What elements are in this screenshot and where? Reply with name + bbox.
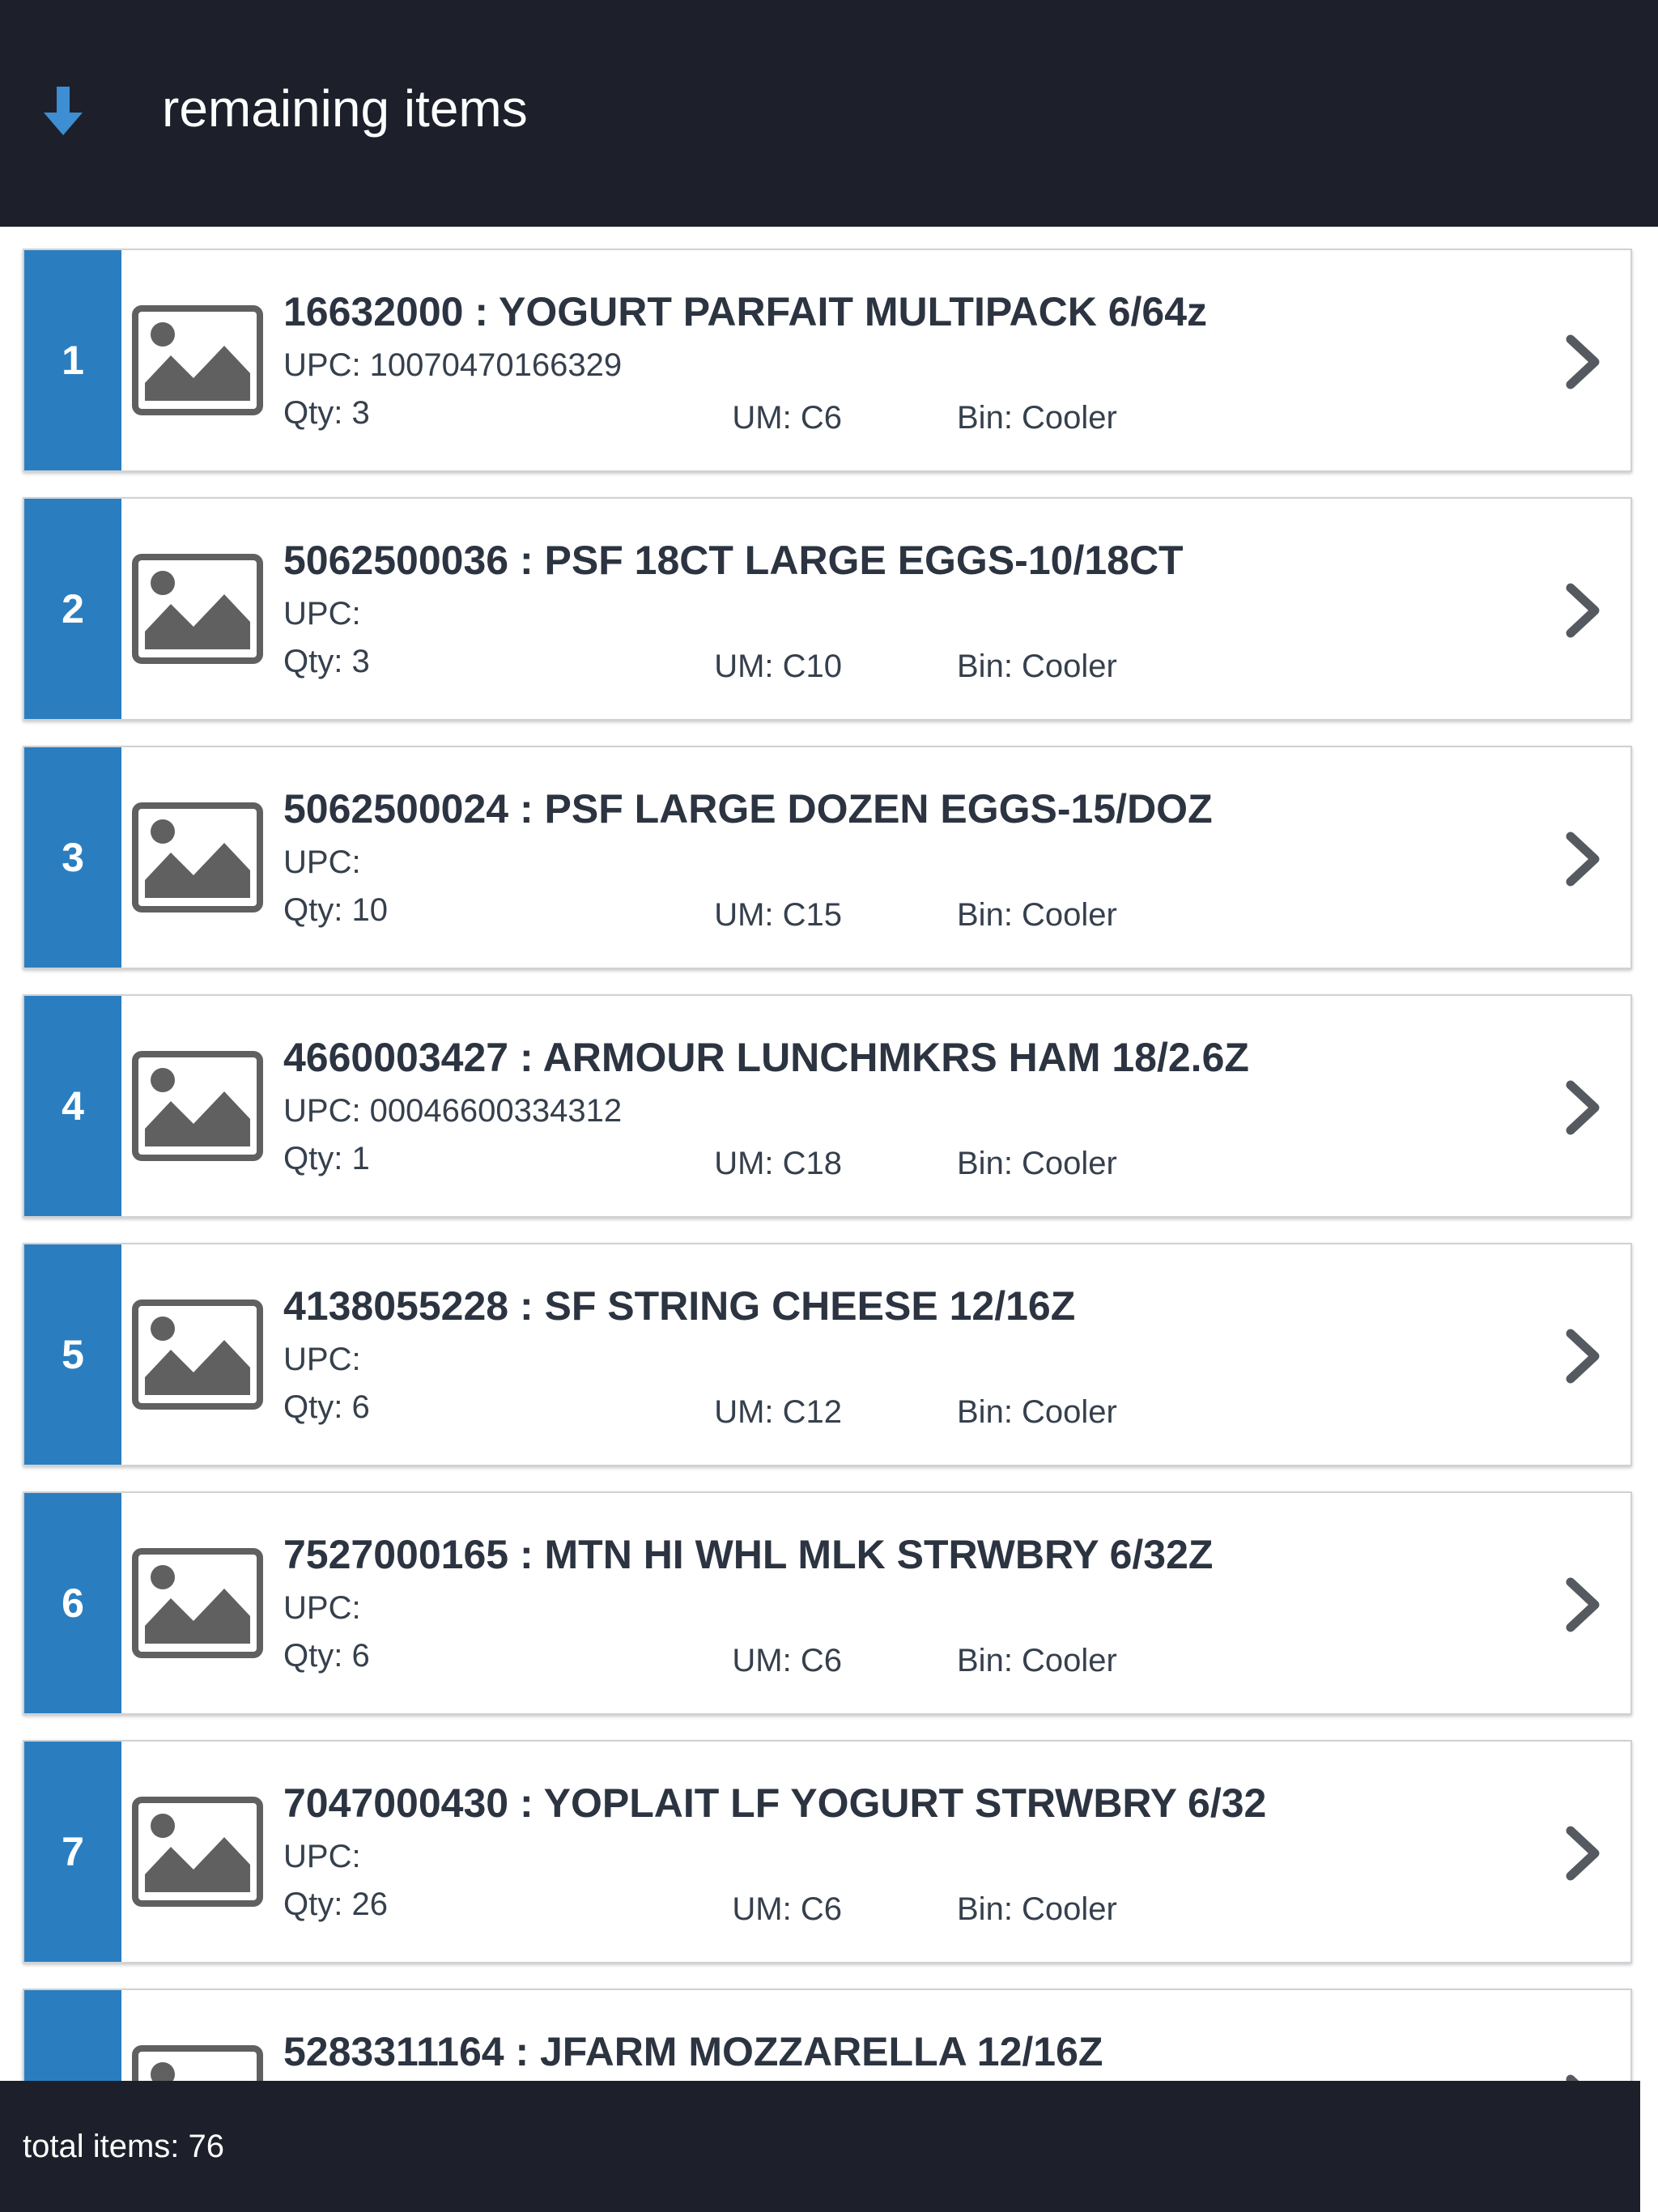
item-bin: Bin: Cooler <box>957 1394 1117 1430</box>
item-qty: Qty: 10 <box>283 892 388 928</box>
item-um: UM: C15 <box>714 897 842 933</box>
item-um: UM: C10 <box>714 649 842 684</box>
item-title: 7527000165 : MTN HI WHL MLK STRWBRY 6/32… <box>283 1532 1214 1577</box>
item-upc: UPC: 00046600334312 <box>283 1093 623 1129</box>
item-um: UM: C6 <box>732 1891 842 1927</box>
image-placeholder-icon <box>132 1797 263 1907</box>
list-item[interactable]: 4 4660003427 : ARMOUR LUNCHMKRS HAM 18/2… <box>23 994 1632 1218</box>
item-index-badge: 2 <box>24 499 121 719</box>
image-placeholder-icon <box>132 1548 263 1658</box>
page-title: remaining items <box>162 79 528 138</box>
item-index-badge: 5 <box>24 1244 121 1465</box>
item-index-badge: 6 <box>24 1493 121 1713</box>
item-title: 5062500024 : PSF LARGE DOZEN EGGS-15/DOZ <box>283 786 1213 832</box>
item-um: UM: C6 <box>732 400 842 436</box>
arrow-down-icon[interactable] <box>34 82 92 140</box>
image-placeholder-icon <box>132 802 263 912</box>
item-bin: Bin: Cooler <box>957 400 1117 436</box>
chevron-right-icon[interactable] <box>1551 1574 1613 1636</box>
item-title: 5283311164 : JFARM MOZZARELLA 12/16Z <box>283 2029 1103 2074</box>
chevron-right-icon[interactable] <box>1551 1325 1613 1387</box>
item-um: UM: C6 <box>732 1643 842 1678</box>
image-placeholder-icon <box>132 1051 263 1161</box>
list-item[interactable]: 1 16632000 : YOGURT PARFAIT MULTIPACK 6/… <box>23 249 1632 472</box>
list-item[interactable]: 7 7047000430 : YOPLAIT LF YOGURT STRWBRY… <box>23 1740 1632 1963</box>
list-item[interactable]: 6 7527000165 : MTN HI WHL MLK STRWBRY 6/… <box>23 1491 1632 1715</box>
item-bin: Bin: Cooler <box>957 1643 1117 1678</box>
app-screen: remaining items 1 16632000 : YOGURT PARF… <box>0 0 1658 2212</box>
item-upc: UPC: <box>283 596 361 632</box>
image-placeholder-icon <box>132 305 263 415</box>
item-qty: Qty: 3 <box>283 644 370 679</box>
item-index-badge: 4 <box>24 996 121 1216</box>
item-upc: UPC: <box>283 1342 361 1377</box>
item-upc: UPC: <box>283 844 361 880</box>
item-index-badge: 3 <box>24 747 121 968</box>
item-title: 5062500036 : PSF 18CT LARGE EGGS-10/18CT <box>283 538 1184 583</box>
item-qty: Qty: 1 <box>283 1141 370 1176</box>
item-title: 16632000 : YOGURT PARFAIT MULTIPACK 6/64… <box>283 289 1208 334</box>
item-qty: Qty: 6 <box>283 1638 370 1674</box>
item-um: UM: C12 <box>714 1394 842 1430</box>
list-item[interactable]: 5 4138055228 : SF STRING CHEESE 12/16Z U… <box>23 1243 1632 1466</box>
item-index-badge: 1 <box>24 250 121 470</box>
item-title: 4660003427 : ARMOUR LUNCHMKRS HAM 18/2.6… <box>283 1035 1249 1080</box>
item-bin: Bin: Cooler <box>957 649 1117 684</box>
chevron-right-icon[interactable] <box>1551 1823 1613 1884</box>
list-item[interactable]: 3 5062500024 : PSF LARGE DOZEN EGGS-15/D… <box>23 746 1632 969</box>
image-placeholder-icon <box>132 554 263 664</box>
header-bar: remaining items <box>0 0 1658 227</box>
item-index-badge: 7 <box>24 1742 121 1962</box>
chevron-right-icon[interactable] <box>1551 828 1613 890</box>
chevron-right-icon[interactable] <box>1551 1077 1613 1138</box>
item-qty: Qty: 26 <box>283 1887 388 1922</box>
chevron-right-icon[interactable] <box>1551 331 1613 393</box>
total-items-count: total items: 76 <box>23 2129 225 2164</box>
footer-bar: total items: 76 <box>0 2081 1640 2212</box>
image-placeholder-icon <box>132 1300 263 1410</box>
item-upc: UPC: 10070470166329 <box>283 347 623 383</box>
item-upc: UPC: <box>283 1839 361 1874</box>
chevron-right-icon[interactable] <box>1551 580 1613 641</box>
item-qty: Qty: 6 <box>283 1389 370 1425</box>
item-qty: Qty: 3 <box>283 395 370 431</box>
item-bin: Bin: Cooler <box>957 1891 1117 1927</box>
item-upc: UPC: <box>283 1590 361 1626</box>
list-item[interactable]: 2 5062500036 : PSF 18CT LARGE EGGS-10/18… <box>23 497 1632 721</box>
item-title: 7047000430 : YOPLAIT LF YOGURT STRWBRY 6… <box>283 1780 1267 1826</box>
item-bin: Bin: Cooler <box>957 1146 1117 1181</box>
item-um: UM: C18 <box>714 1146 842 1181</box>
item-title: 4138055228 : SF STRING CHEESE 12/16Z <box>283 1283 1076 1329</box>
item-bin: Bin: Cooler <box>957 897 1117 933</box>
